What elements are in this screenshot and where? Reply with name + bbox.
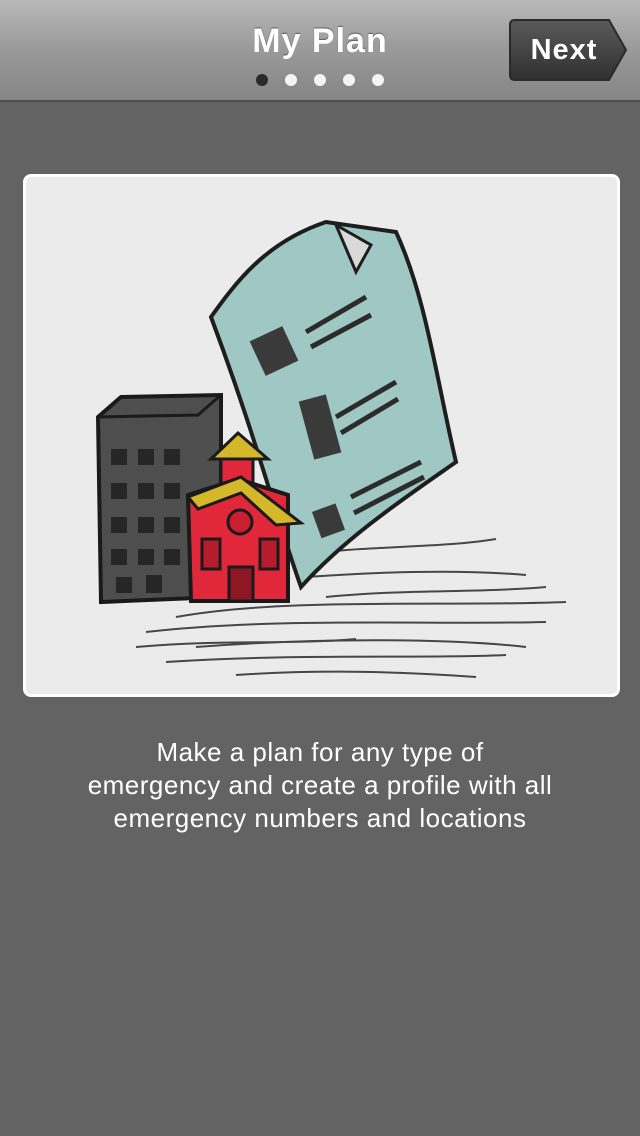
description-text: Make a plan for any type of emergency an… bbox=[40, 736, 600, 835]
next-button[interactable]: Next bbox=[509, 19, 627, 81]
description-line-1: Make a plan for any type of bbox=[156, 737, 484, 767]
navigation-bar: My Plan Next bbox=[0, 0, 640, 102]
description-line-3: emergency numbers and locations bbox=[113, 803, 527, 833]
page-dot-1 bbox=[256, 74, 268, 86]
description-line-2: emergency and create a profile with all bbox=[87, 770, 553, 800]
page-dot-5 bbox=[372, 74, 384, 86]
emergency-plan-illustration bbox=[95, 219, 567, 678]
illustration-card bbox=[23, 174, 620, 697]
page-dot-3 bbox=[314, 74, 326, 86]
page-dot-4 bbox=[343, 74, 355, 86]
next-button-label: Next bbox=[530, 34, 598, 66]
page-dot-2 bbox=[285, 74, 297, 86]
